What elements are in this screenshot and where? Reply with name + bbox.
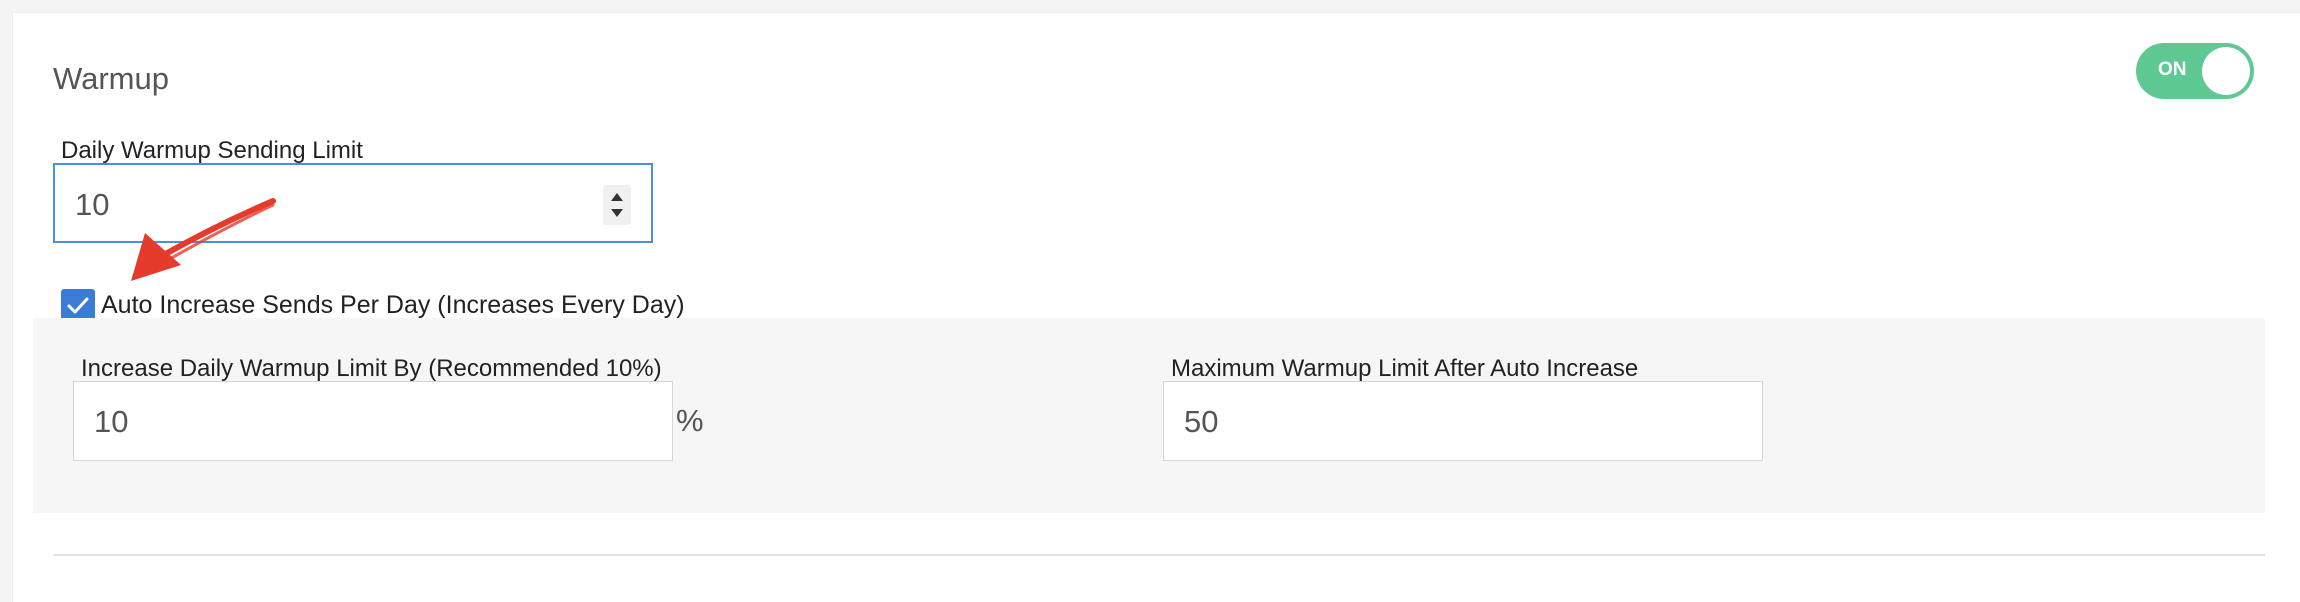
max-limit-input[interactable]: 50 — [1163, 381, 1763, 461]
checkmark-icon — [67, 297, 89, 314]
warmup-toggle[interactable]: ON — [2136, 43, 2254, 99]
increase-by-input[interactable]: 10 — [73, 381, 673, 461]
daily-limit-value: 10 — [75, 187, 110, 222]
warmup-card: Warmup ON Daily Warmup Sending Limit 10 … — [12, 12, 2300, 602]
stepper-down-icon[interactable] — [611, 209, 623, 217]
stepper-up-icon[interactable] — [611, 193, 623, 201]
increase-by-label: Increase Daily Warmup Limit By (Recommen… — [81, 355, 662, 382]
annotation-arrow-icon — [131, 198, 276, 281]
percent-unit: % — [676, 403, 704, 438]
daily-limit-label: Daily Warmup Sending Limit — [61, 137, 363, 164]
increase-by-value: 10 — [94, 404, 129, 439]
section-title: Warmup — [53, 61, 169, 96]
toggle-label: ON — [2158, 59, 2187, 80]
toggle-knob — [2202, 47, 2250, 95]
max-limit-label: Maximum Warmup Limit After Auto Increase — [1171, 355, 1639, 382]
number-stepper[interactable] — [603, 185, 631, 225]
max-limit-value: 50 — [1184, 404, 1219, 439]
auto-increase-label[interactable]: Auto Increase Sends Per Day (Increases E… — [101, 291, 685, 320]
divider — [53, 554, 2265, 556]
